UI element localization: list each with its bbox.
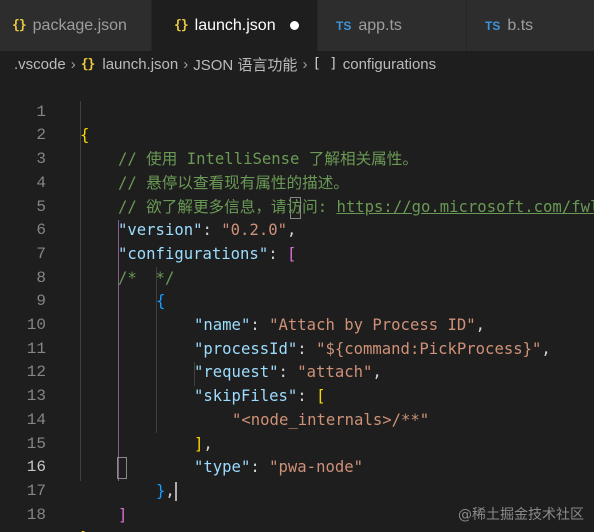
code-line[interactable]: 14 ],: [0, 385, 594, 453]
tab-launch-json[interactable]: {} launch.json: [152, 0, 318, 51]
tab-app-ts[interactable]: TS app.ts: [318, 0, 467, 51]
tab-package-json[interactable]: {} package.json: [0, 0, 152, 51]
unsaved-changes-dot-icon[interactable]: [289, 21, 299, 30]
code-line[interactable]: 3 // 悬停以查看现有属性的描述。: [0, 124, 594, 192]
code-line[interactable]: 2 // 使用 IntelliSense 了解相关属性。: [0, 101, 594, 168]
code-line[interactable]: 18 }: [0, 480, 594, 532]
breadcrumb-file[interactable]: launch.json: [102, 56, 178, 73]
code-line[interactable]: 1 {: [0, 77, 594, 145]
tab-label: package.json: [32, 16, 127, 34]
code-line[interactable]: 11 "request": "attach",: [0, 314, 594, 382]
breadcrumb: .vscode › {} launch.json › JSON 语言功能 › […: [0, 51, 594, 77]
line-number: 18: [26, 505, 46, 524]
watermark: @稀土掘金技术社区: [458, 507, 584, 523]
code-line[interactable]: 6 "configurations": [: [0, 196, 594, 263]
code-line[interactable]: 8 {: [0, 243, 594, 311]
code-line[interactable]: 5 "version": "0.2.0",: [0, 172, 594, 240]
tab-label: b.ts: [507, 16, 534, 34]
json-file-icon: {}: [12, 18, 27, 33]
editor-tab-bar: {} package.json {} launch.json TS app.ts…: [0, 0, 594, 51]
json-file-icon: {}: [80, 56, 96, 72]
chevron-right-icon: ›: [70, 55, 76, 73]
code-line[interactable]: 7 /* */: [0, 219, 594, 287]
array-symbol-icon: [ ]: [312, 56, 338, 72]
code-editor[interactable]: 1 { 2 // 使用 IntelliSense 了解相关属性。 3 // 悬停…: [0, 77, 594, 532]
typescript-file-icon: TS: [336, 18, 352, 33]
typescript-file-icon: TS: [485, 18, 501, 33]
code-line[interactable]: 13 "<node_internals>/**": [0, 361, 594, 429]
tab-label: app.ts: [358, 16, 402, 34]
code-line[interactable]: 17 ]: [0, 456, 594, 524]
breadcrumb-symbol[interactable]: configurations: [343, 56, 436, 73]
chevron-right-icon: ›: [183, 55, 189, 73]
chevron-right-icon: ›: [302, 55, 308, 73]
code-line-current[interactable]: 16 },: [0, 433, 594, 501]
tab-b-ts[interactable]: TS b.ts: [467, 0, 594, 51]
code-line[interactable]: 9 "name": "Attach by Process ID",: [0, 267, 594, 334]
breadcrumb-language[interactable]: JSON 语言功能: [193, 54, 297, 75]
code-line[interactable]: 12 "skipFiles": [: [0, 338, 594, 405]
code-line[interactable]: 10 "processId": "${command:PickProcess}"…: [0, 290, 594, 358]
code-line[interactable]: 15 "type": "pwa-node": [0, 409, 594, 477]
json-file-icon: {}: [174, 18, 189, 33]
breadcrumb-folder[interactable]: .vscode: [14, 56, 66, 73]
tab-label: launch.json: [194, 16, 276, 34]
code-line[interactable]: 4 // 欲了解更多信息，请访问: https://go.microsoft.c…: [0, 148, 594, 216]
